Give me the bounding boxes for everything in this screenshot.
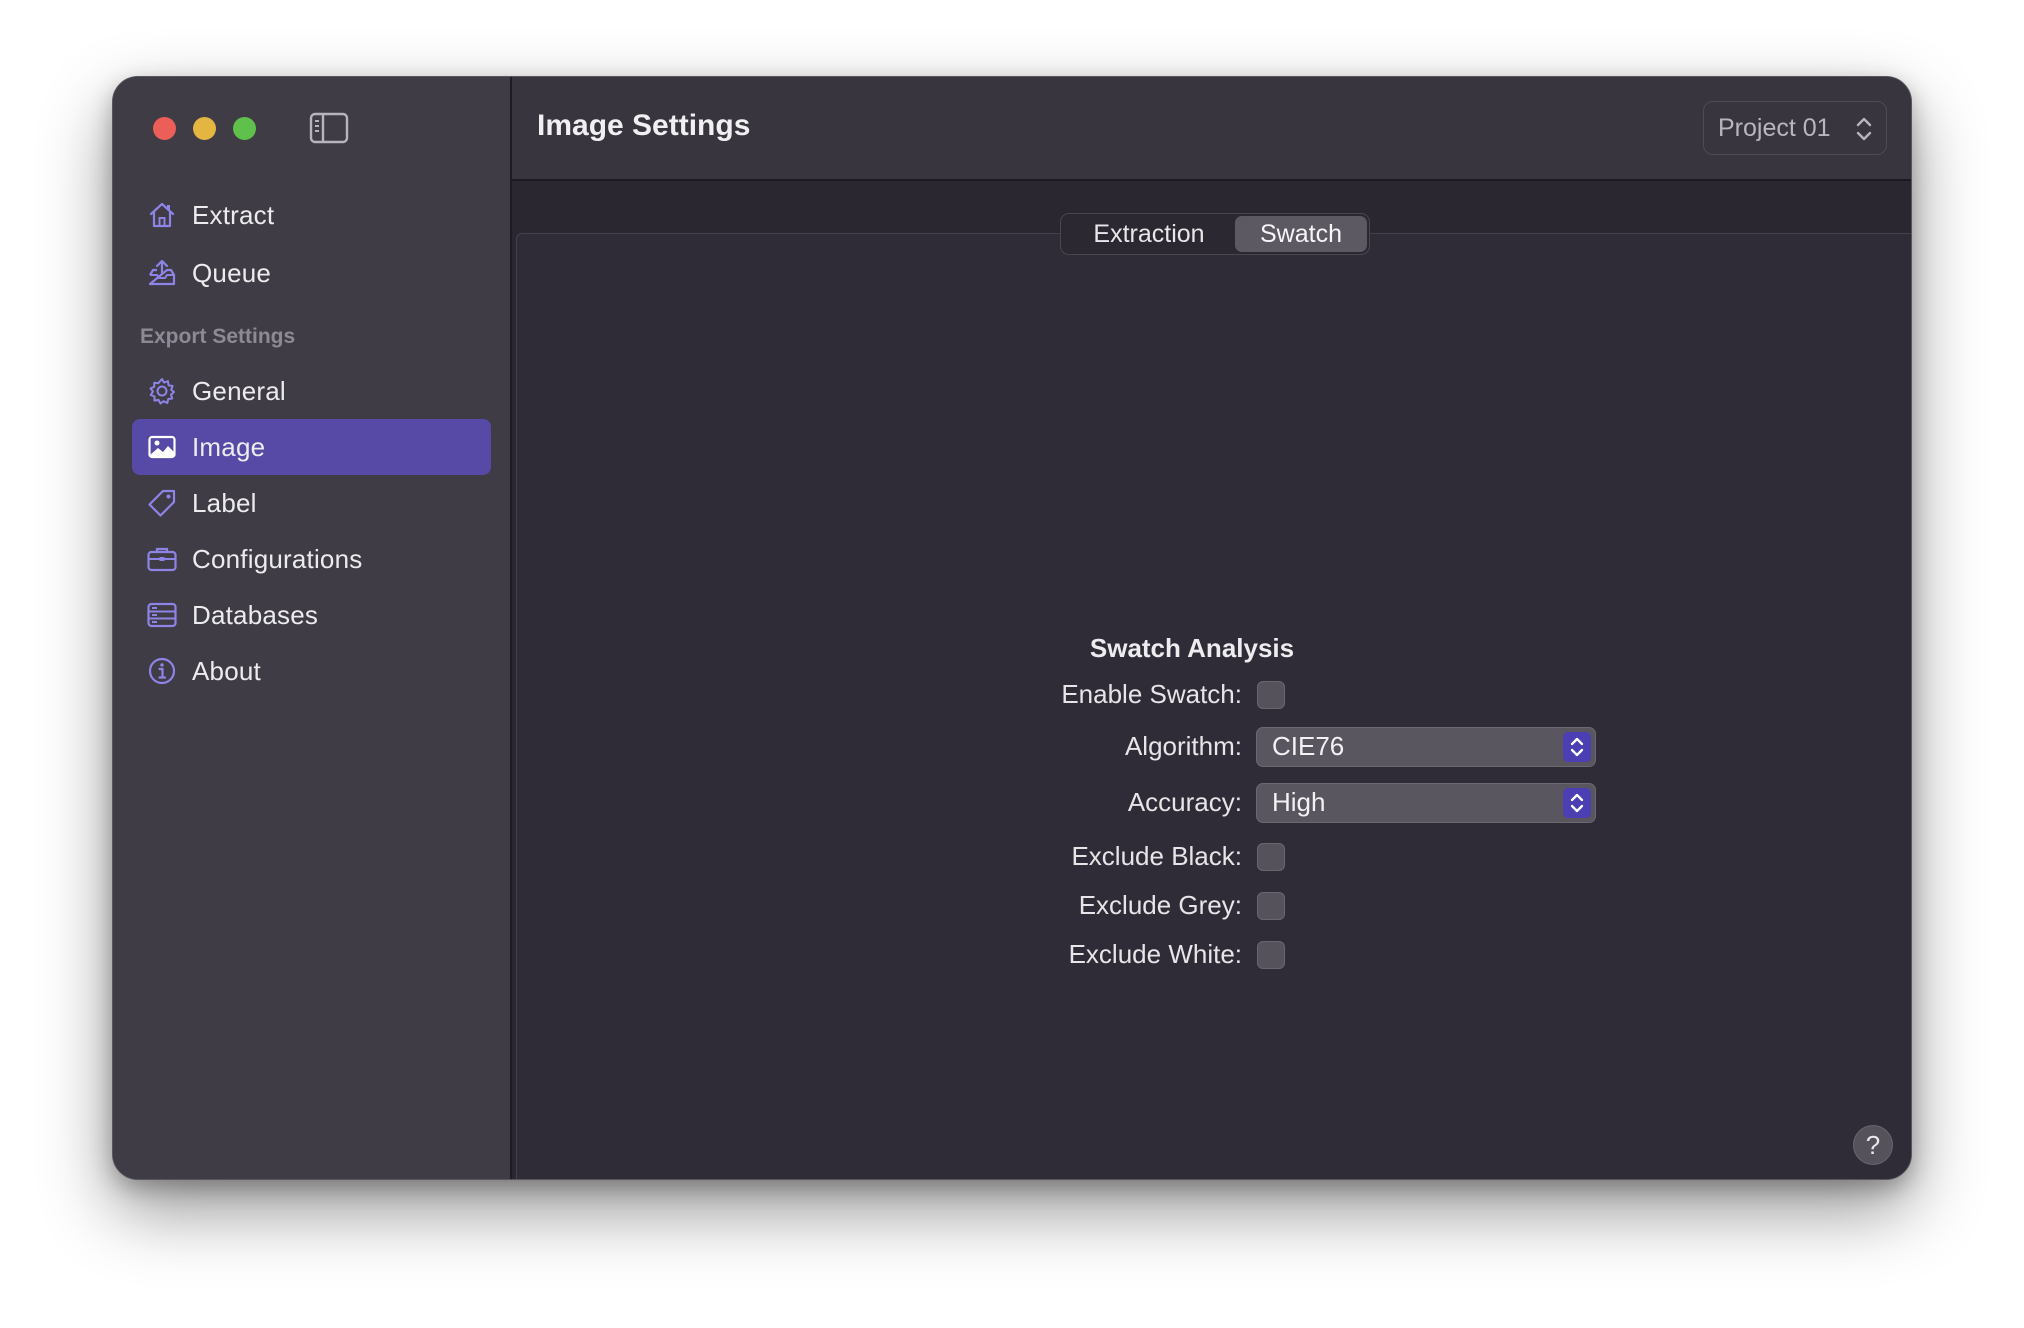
algorithm-select-value: CIE76 [1272, 731, 1345, 761]
sidebar-item-label: About [192, 655, 261, 686]
sidebar-item-label: Databases [192, 599, 319, 630]
house-icon [146, 199, 178, 231]
form-row-exclude-black: Exclude Black: [512, 837, 1911, 877]
minimize-window-button[interactable] [193, 117, 216, 140]
enable-swatch-checkbox[interactable] [1257, 681, 1285, 709]
project-selector-value: Project 01 [1718, 113, 1831, 142]
field-label: Enable Swatch: [1061, 679, 1242, 709]
sidebar-item-label: Label [192, 487, 257, 518]
briefcase-icon [146, 543, 178, 575]
field-label: Accuracy: [1127, 787, 1242, 817]
form-row-exclude-grey: Exclude Grey: [512, 886, 1911, 926]
project-selector[interactable]: Project 01 [1703, 101, 1887, 155]
field-label: Exclude White: [1068, 939, 1242, 969]
tab-bar: Extraction Swatch [1060, 213, 1370, 255]
gear-icon [146, 375, 178, 407]
chevron-up-down-icon [1854, 114, 1874, 149]
photo-icon [146, 431, 178, 463]
algorithm-select[interactable]: CIE76 [1256, 727, 1596, 767]
sidebar-item-label: Queue [192, 257, 272, 288]
field-label: Exclude Grey: [1078, 890, 1242, 920]
form-row-algorithm: Algorithm: CIE76 [512, 727, 1911, 767]
field-label: Algorithm: [1124, 731, 1242, 761]
info-circle-icon [146, 655, 178, 687]
exclude-black-checkbox[interactable] [1257, 843, 1285, 871]
help-button[interactable]: ? [1853, 1125, 1893, 1165]
tag-icon [146, 487, 178, 519]
page-title: Image Settings [537, 109, 751, 142]
content-area: Extraction Swatch Swatch Analysis Enable… [512, 181, 1911, 1179]
app-window: Extract Queue Export Settings General Im… [112, 76, 1912, 1180]
sidebar-item-image[interactable]: Image [132, 419, 491, 475]
sidebar-item-about[interactable]: About [132, 643, 491, 699]
form-row-enable-swatch: Enable Swatch: [512, 675, 1911, 715]
sidebar-item-label-settings[interactable]: Label [132, 475, 491, 531]
toolbar: Image Settings Project 01 [512, 77, 1911, 181]
accuracy-select[interactable]: High [1256, 783, 1596, 823]
sidebar-item-label: Image [192, 431, 266, 462]
field-label: Exclude Black: [1071, 841, 1242, 871]
close-window-button[interactable] [153, 117, 176, 140]
exclude-grey-checkbox[interactable] [1257, 892, 1285, 920]
sidebar-item-label: General [192, 375, 286, 406]
accuracy-select-value: High [1272, 787, 1326, 817]
sidebar-item-label: Configurations [192, 543, 363, 574]
sidebar-item-general[interactable]: General [132, 363, 491, 419]
chevron-up-down-icon [1563, 732, 1591, 762]
server-rack-icon [146, 599, 178, 631]
sidebar-toggle-icon[interactable] [309, 111, 349, 145]
sidebar-item-label: Extract [192, 199, 275, 230]
sidebar-section-header: Export Settings [140, 325, 296, 348]
sidebar-item-configurations[interactable]: Configurations [132, 531, 491, 587]
tab-swatch[interactable]: Swatch [1235, 216, 1367, 252]
section-title: Swatch Analysis [1089, 633, 1295, 663]
exclude-white-checkbox[interactable] [1257, 941, 1285, 969]
sidebar-item-extract[interactable]: Extract [132, 187, 491, 243]
form-row-exclude-white: Exclude White: [512, 935, 1911, 975]
tab-extraction[interactable]: Extraction [1063, 216, 1235, 252]
zoom-window-button[interactable] [233, 117, 256, 140]
form-row-accuracy: Accuracy: High [512, 783, 1911, 823]
sidebar-item-queue[interactable]: Queue [132, 245, 491, 301]
sidebar-item-databases[interactable]: Databases [132, 587, 491, 643]
tray-upload-icon [146, 257, 178, 289]
sidebar: Extract Queue Export Settings General Im… [113, 77, 512, 1179]
chevron-up-down-icon [1563, 788, 1591, 818]
